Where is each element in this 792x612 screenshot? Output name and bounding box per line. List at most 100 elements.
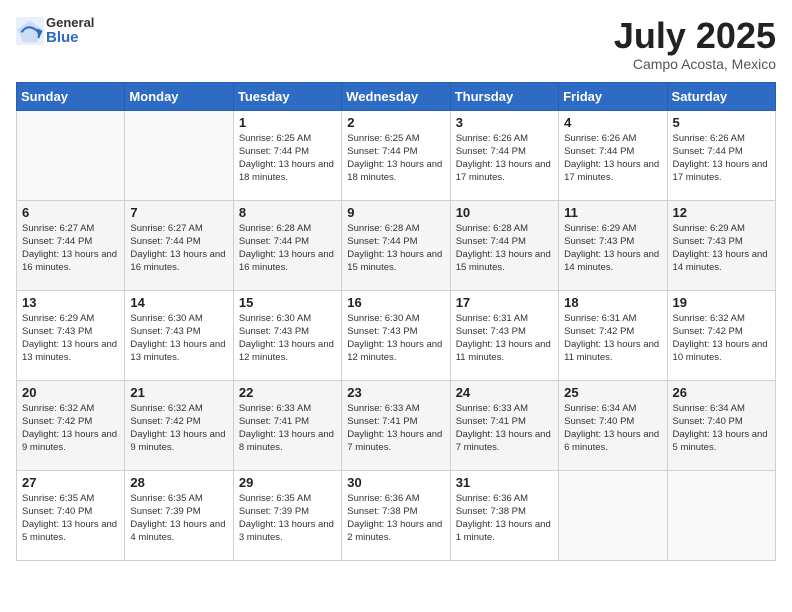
day-number: 15	[239, 295, 336, 310]
day-number: 24	[456, 385, 553, 400]
day-number: 2	[347, 115, 444, 130]
day-info: Sunrise: 6:34 AM Sunset: 7:40 PM Dayligh…	[673, 402, 770, 455]
calendar-cell: 9Sunrise: 6:28 AM Sunset: 7:44 PM Daylig…	[342, 200, 450, 290]
logo-blue-text: Blue	[46, 30, 94, 47]
calendar-cell: 17Sunrise: 6:31 AM Sunset: 7:43 PM Dayli…	[450, 290, 558, 380]
day-info: Sunrise: 6:28 AM Sunset: 7:44 PM Dayligh…	[239, 222, 336, 275]
calendar-cell: 8 Sunrise: 6:28 AM Sunset: 7:44 PM Daylig…	[233, 200, 341, 290]
day-info: Sunrise: 6:28 AM Sunset: 7:44 PM Dayligh…	[456, 222, 553, 275]
day-header-tuesday: Tuesday	[233, 82, 341, 110]
calendar-header-row: SundayMondayTuesdayWednesdayThursdayFrid…	[17, 82, 776, 110]
calendar-cell: 23 Sunrise: 6:33 AM Sunset: 7:41 PM Dayli…	[342, 380, 450, 470]
day-number: 12	[673, 205, 770, 220]
day-number: 7	[130, 205, 227, 220]
calendar-cell: 12 Sunrise: 6:29 AM Sunset: 7:43 PM Dayli…	[667, 200, 775, 290]
logo-icon	[16, 17, 44, 45]
calendar-cell: 7Sunrise: 6:27 AM Sunset: 7:44 PM Daylig…	[125, 200, 233, 290]
month-title: July 2025	[614, 16, 776, 56]
calendar-cell	[559, 470, 667, 560]
day-info: Sunrise: 6:33 AM Sunset: 7:41 PM Dayligh…	[456, 402, 553, 455]
calendar-cell: 29 Sunrise: 6:35 AM Sunset: 7:39 PM Dayli…	[233, 470, 341, 560]
calendar-week-row: 1 Sunrise: 6:25 AM Sunset: 7:44 PM Daylig…	[17, 110, 776, 200]
day-info: Sunrise: 6:28 AM Sunset: 7:44 PM Dayligh…	[347, 222, 444, 275]
day-number: 13	[22, 295, 119, 310]
day-number: 5	[673, 115, 770, 130]
calendar-cell: 24 Sunrise: 6:33 AM Sunset: 7:41 PM Dayli…	[450, 380, 558, 470]
day-number: 31	[456, 475, 553, 490]
calendar-cell: 20 Sunrise: 6:32 AM Sunset: 7:42 PM Dayli…	[17, 380, 125, 470]
day-header-thursday: Thursday	[450, 82, 558, 110]
calendar-cell: 19 Sunrise: 6:32 AM Sunset: 7:42 PM Dayli…	[667, 290, 775, 380]
calendar-cell: 22Sunrise: 6:33 AM Sunset: 7:41 PM Dayli…	[233, 380, 341, 470]
day-info: Sunrise: 6:30 AM Sunset: 7:43 PM Dayligh…	[239, 312, 336, 365]
day-info: Sunrise: 6:29 AM Sunset: 7:43 PM Dayligh…	[564, 222, 661, 275]
calendar-cell: 30Sunrise: 6:36 AM Sunset: 7:38 PM Dayli…	[342, 470, 450, 560]
day-info: Sunrise: 6:32 AM Sunset: 7:42 PM Dayligh…	[673, 312, 770, 365]
calendar-week-row: 6 Sunrise: 6:27 AM Sunset: 7:44 PM Daylig…	[17, 200, 776, 290]
day-info: Sunrise: 6:30 AM Sunset: 7:43 PM Dayligh…	[130, 312, 227, 365]
calendar-cell: 4 Sunrise: 6:26 AM Sunset: 7:44 PM Daylig…	[559, 110, 667, 200]
calendar-cell: 6 Sunrise: 6:27 AM Sunset: 7:44 PM Daylig…	[17, 200, 125, 290]
day-info: Sunrise: 6:35 AM Sunset: 7:39 PM Dayligh…	[239, 492, 336, 545]
location-text: Campo Acosta, Mexico	[614, 56, 776, 72]
calendar-cell: 1 Sunrise: 6:25 AM Sunset: 7:44 PM Daylig…	[233, 110, 341, 200]
day-info: Sunrise: 6:26 AM Sunset: 7:44 PM Dayligh…	[456, 132, 553, 185]
day-info: Sunrise: 6:32 AM Sunset: 7:42 PM Dayligh…	[22, 402, 119, 455]
day-info: Sunrise: 6:26 AM Sunset: 7:44 PM Dayligh…	[564, 132, 661, 185]
calendar-cell: 11Sunrise: 6:29 AM Sunset: 7:43 PM Dayli…	[559, 200, 667, 290]
day-number: 8	[239, 205, 336, 220]
page-header: General Blue July 2025 Campo Acosta, Mex…	[16, 16, 776, 72]
day-number: 14	[130, 295, 227, 310]
day-header-monday: Monday	[125, 82, 233, 110]
calendar-cell: 31 Sunrise: 6:36 AM Sunset: 7:38 PM Dayli…	[450, 470, 558, 560]
calendar-cell: 3 Sunrise: 6:26 AM Sunset: 7:44 PM Daylig…	[450, 110, 558, 200]
day-info: Sunrise: 6:29 AM Sunset: 7:43 PM Dayligh…	[673, 222, 770, 275]
calendar-cell: 5 Sunrise: 6:26 AM Sunset: 7:44 PM Daylig…	[667, 110, 775, 200]
day-info: Sunrise: 6:27 AM Sunset: 7:44 PM Dayligh…	[22, 222, 119, 275]
day-number: 20	[22, 385, 119, 400]
day-number: 27	[22, 475, 119, 490]
logo-general-text: General	[46, 16, 94, 30]
day-number: 19	[673, 295, 770, 310]
day-info: Sunrise: 6:25 AM Sunset: 7:44 PM Dayligh…	[239, 132, 336, 185]
day-header-friday: Friday	[559, 82, 667, 110]
day-number: 22	[239, 385, 336, 400]
title-block: July 2025 Campo Acosta, Mexico	[614, 16, 776, 72]
day-info: Sunrise: 6:31 AM Sunset: 7:42 PM Dayligh…	[564, 312, 661, 365]
calendar-cell: 14 Sunrise: 6:30 AM Sunset: 7:43 PM Dayli…	[125, 290, 233, 380]
day-number: 29	[239, 475, 336, 490]
day-info: Sunrise: 6:33 AM Sunset: 7:41 PM Dayligh…	[347, 402, 444, 455]
calendar-cell: 16Sunrise: 6:30 AM Sunset: 7:43 PM Dayli…	[342, 290, 450, 380]
calendar-cell	[125, 110, 233, 200]
logo: General Blue	[16, 16, 94, 47]
calendar-week-row: 20 Sunrise: 6:32 AM Sunset: 7:42 PM Dayli…	[17, 380, 776, 470]
day-number: 6	[22, 205, 119, 220]
calendar-cell: 13 Sunrise: 6:29 AM Sunset: 7:43 PM Dayli…	[17, 290, 125, 380]
day-number: 28	[130, 475, 227, 490]
day-info: Sunrise: 6:34 AM Sunset: 7:40 PM Dayligh…	[564, 402, 661, 455]
day-header-saturday: Saturday	[667, 82, 775, 110]
day-number: 17	[456, 295, 553, 310]
day-number: 26	[673, 385, 770, 400]
day-info: Sunrise: 6:29 AM Sunset: 7:43 PM Dayligh…	[22, 312, 119, 365]
day-number: 21	[130, 385, 227, 400]
calendar-cell	[667, 470, 775, 560]
day-number: 30	[347, 475, 444, 490]
day-info: Sunrise: 6:30 AM Sunset: 7:43 PM Dayligh…	[347, 312, 444, 365]
calendar-cell	[17, 110, 125, 200]
day-number: 4	[564, 115, 661, 130]
calendar-cell: 21 Sunrise: 6:32 AM Sunset: 7:42 PM Dayli…	[125, 380, 233, 470]
day-number: 3	[456, 115, 553, 130]
calendar-cell: 26 Sunrise: 6:34 AM Sunset: 7:40 PM Dayli…	[667, 380, 775, 470]
day-header-wednesday: Wednesday	[342, 82, 450, 110]
day-info: Sunrise: 6:26 AM Sunset: 7:44 PM Dayligh…	[673, 132, 770, 185]
calendar-table: SundayMondayTuesdayWednesdayThursdayFrid…	[16, 82, 776, 561]
day-info: Sunrise: 6:32 AM Sunset: 7:42 PM Dayligh…	[130, 402, 227, 455]
calendar-cell: 27Sunrise: 6:35 AM Sunset: 7:40 PM Dayli…	[17, 470, 125, 560]
day-info: Sunrise: 6:36 AM Sunset: 7:38 PM Dayligh…	[456, 492, 553, 545]
calendar-week-row: 13 Sunrise: 6:29 AM Sunset: 7:43 PM Dayli…	[17, 290, 776, 380]
day-number: 1	[239, 115, 336, 130]
day-number: 23	[347, 385, 444, 400]
day-info: Sunrise: 6:35 AM Sunset: 7:39 PM Dayligh…	[130, 492, 227, 545]
day-number: 18	[564, 295, 661, 310]
